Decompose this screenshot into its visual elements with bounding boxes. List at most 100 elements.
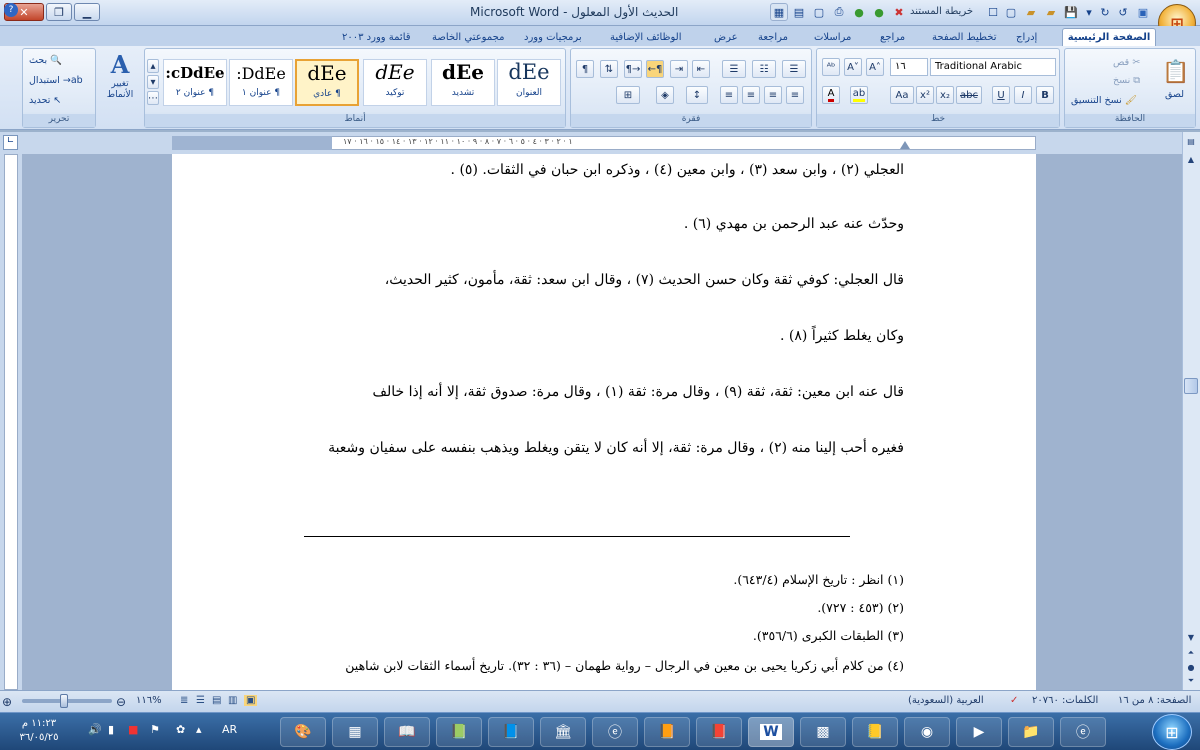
- view-reading-button[interactable]: ▥: [228, 695, 237, 706]
- style-title[interactable]: dEe العنوان: [497, 59, 561, 106]
- align-left-button[interactable]: ≡: [742, 86, 760, 104]
- change-case-button[interactable]: Aa: [890, 86, 914, 104]
- maximize-window-button[interactable]: ❐: [46, 3, 72, 21]
- qa-btn-12[interactable]: 💾: [1062, 3, 1080, 21]
- input-language[interactable]: AR: [222, 723, 237, 736]
- indent-increase-button[interactable]: ⇥: [670, 60, 688, 78]
- underline-button[interactable]: U: [992, 86, 1010, 104]
- tab-selector[interactable]: ∟: [3, 135, 18, 150]
- copy-button[interactable]: ⧉ نسخ: [1113, 75, 1140, 86]
- next-page-button[interactable]: ⏷: [1184, 674, 1198, 688]
- tab-mailings[interactable]: مراسلات: [808, 28, 857, 46]
- qa-btn-4[interactable]: ⎙: [830, 3, 848, 21]
- shading-button[interactable]: ◈: [656, 86, 674, 104]
- taskbar-app-book-4[interactable]: 📙: [644, 717, 690, 747]
- tab-view[interactable]: عرض: [708, 28, 744, 46]
- numbered-list-button[interactable]: ☷: [752, 60, 776, 78]
- tray-app-icon[interactable]: ✿: [176, 723, 185, 736]
- ltr-button[interactable]: ¶→: [624, 60, 642, 78]
- italic-button[interactable]: I: [1014, 86, 1032, 104]
- clear-format-button[interactable]: ᴬᵇ: [822, 58, 840, 76]
- view-draft-button[interactable]: ≣: [180, 695, 188, 706]
- bullet-list-button[interactable]: ☰: [782, 60, 806, 78]
- taskbar-app-book-2[interactable]: 📗: [436, 717, 482, 747]
- zoom-out-button[interactable]: ⊖: [116, 695, 126, 709]
- start-button[interactable]: ⊞: [1152, 714, 1192, 750]
- redo-button[interactable]: ↻: [1096, 3, 1114, 21]
- scroll-thumb[interactable]: [1184, 378, 1198, 394]
- style-heading-1[interactable]: :DdEe ¶ عنوان ١: [229, 59, 293, 106]
- undo-button[interactable]: ↺: [1114, 3, 1132, 21]
- format-painter-button[interactable]: 🖌 نسخ التنسيق: [1071, 95, 1137, 106]
- taskbar-app-folder[interactable]: 📁: [1008, 717, 1054, 747]
- shrink-font-button[interactable]: A˅: [844, 58, 862, 76]
- tab-word-software[interactable]: برمجيات وورد: [518, 28, 588, 46]
- clock[interactable]: ١١:٢٣ م ٣٦/٠٥/٢٥: [4, 717, 74, 745]
- zoom-in-button[interactable]: ⊕: [2, 695, 12, 709]
- taskbar-app-ie-1[interactable]: ⓔ: [592, 717, 638, 747]
- qa-btn-1[interactable]: ▦: [770, 3, 788, 21]
- tab-addins[interactable]: الوظائف الإضافية: [604, 28, 688, 46]
- rtl-button[interactable]: ←¶: [646, 60, 664, 78]
- indent-decrease-button[interactable]: ⇤: [692, 60, 710, 78]
- replace-button[interactable]: ab→ استبدال: [29, 75, 83, 86]
- font-size-field[interactable]: ١٦: [890, 58, 928, 76]
- style-heading-2[interactable]: :cDdEe ¶ عنوان ٢: [163, 59, 227, 106]
- tray-expand-icon[interactable]: ▴: [196, 723, 202, 736]
- qa-btn-7[interactable]: ✖: [890, 3, 908, 21]
- tab-home[interactable]: الصفحة الرئيسية: [1062, 28, 1156, 46]
- volume-icon[interactable]: 🔊: [88, 723, 102, 736]
- align-center-button[interactable]: ≡: [764, 86, 782, 104]
- taskbar-app-grid[interactable]: ▩: [800, 717, 846, 747]
- help-button[interactable]: ?: [4, 3, 18, 17]
- tab-review[interactable]: مراجعة: [752, 28, 794, 46]
- borders-button[interactable]: ⊞: [616, 86, 640, 104]
- word-count[interactable]: الكلمات: ٢٠٧٦٠: [1032, 695, 1098, 706]
- taskbar-app-media[interactable]: ▶: [956, 717, 1002, 747]
- taskbar-app-winrar[interactable]: ▦: [332, 717, 378, 747]
- view-outline-button[interactable]: ☰: [196, 695, 205, 706]
- vertical-ruler[interactable]: [4, 154, 18, 690]
- style-strong[interactable]: dEe تشديد: [431, 59, 495, 106]
- flag-icon[interactable]: ⚑: [150, 723, 160, 736]
- bold-button[interactable]: B: [1036, 86, 1054, 104]
- qa-btn-9[interactable]: ▢: [1002, 3, 1020, 21]
- zoom-slider-thumb[interactable]: [60, 694, 68, 708]
- zoom-level[interactable]: %١١٦: [136, 695, 162, 706]
- browse-object-button[interactable]: ●: [1184, 660, 1198, 674]
- view-print-button[interactable]: ▣: [244, 695, 258, 706]
- change-styles-button[interactable]: A تغيير الأنماط: [100, 50, 140, 128]
- save-button[interactable]: ▣: [1134, 3, 1152, 21]
- taskbar-app-ie-2[interactable]: ⓔ: [1060, 717, 1106, 747]
- tab-word-2003-menu[interactable]: قائمة وورد ٢٠٠٣: [336, 28, 417, 46]
- tab-my-group[interactable]: مجموعتي الخاصة: [426, 28, 510, 46]
- tab-insert[interactable]: إدراج: [1010, 28, 1043, 46]
- qa-btn-2[interactable]: ▤: [790, 3, 808, 21]
- vertical-scrollbar[interactable]: [1182, 132, 1200, 690]
- justify-button[interactable]: ≡: [720, 86, 738, 104]
- proofing-icon[interactable]: ✓: [1010, 695, 1018, 706]
- show-marks-button[interactable]: ¶: [576, 60, 594, 78]
- qa-btn-10[interactable]: ▰: [1022, 3, 1040, 21]
- taskbar-app-library[interactable]: 🏛: [540, 717, 586, 747]
- paste-button[interactable]: لصق: [1165, 89, 1184, 100]
- qa-btn-3[interactable]: ▢: [810, 3, 828, 21]
- grow-font-button[interactable]: A˄: [866, 58, 884, 76]
- qa-btn-6[interactable]: ●: [870, 3, 888, 21]
- paste-icon[interactable]: 📋: [1161, 55, 1191, 89]
- taskbar-app-chrome[interactable]: ◉: [904, 717, 950, 747]
- tab-references[interactable]: مراجع: [874, 28, 911, 46]
- document-map-label[interactable]: خريطة المستند: [910, 6, 973, 17]
- taskbar-app-paint[interactable]: 🎨: [280, 717, 326, 747]
- scroll-up-button[interactable]: ▲: [1184, 152, 1198, 166]
- view-web-button[interactable]: ▤: [212, 695, 221, 706]
- styles-scroll-up[interactable]: ▴: [147, 59, 159, 73]
- line-spacing-button[interactable]: ↕: [686, 86, 708, 104]
- security-icon[interactable]: ■: [128, 723, 138, 736]
- qa-btn-8[interactable]: ☐: [984, 3, 1002, 21]
- align-right-button[interactable]: ≡: [786, 86, 804, 104]
- styles-more[interactable]: ⋯: [147, 91, 159, 105]
- view-ruler-toggle[interactable]: ▤: [1184, 134, 1198, 148]
- select-button[interactable]: ↖ تحديد: [29, 95, 61, 106]
- font-color-button[interactable]: A: [822, 86, 840, 104]
